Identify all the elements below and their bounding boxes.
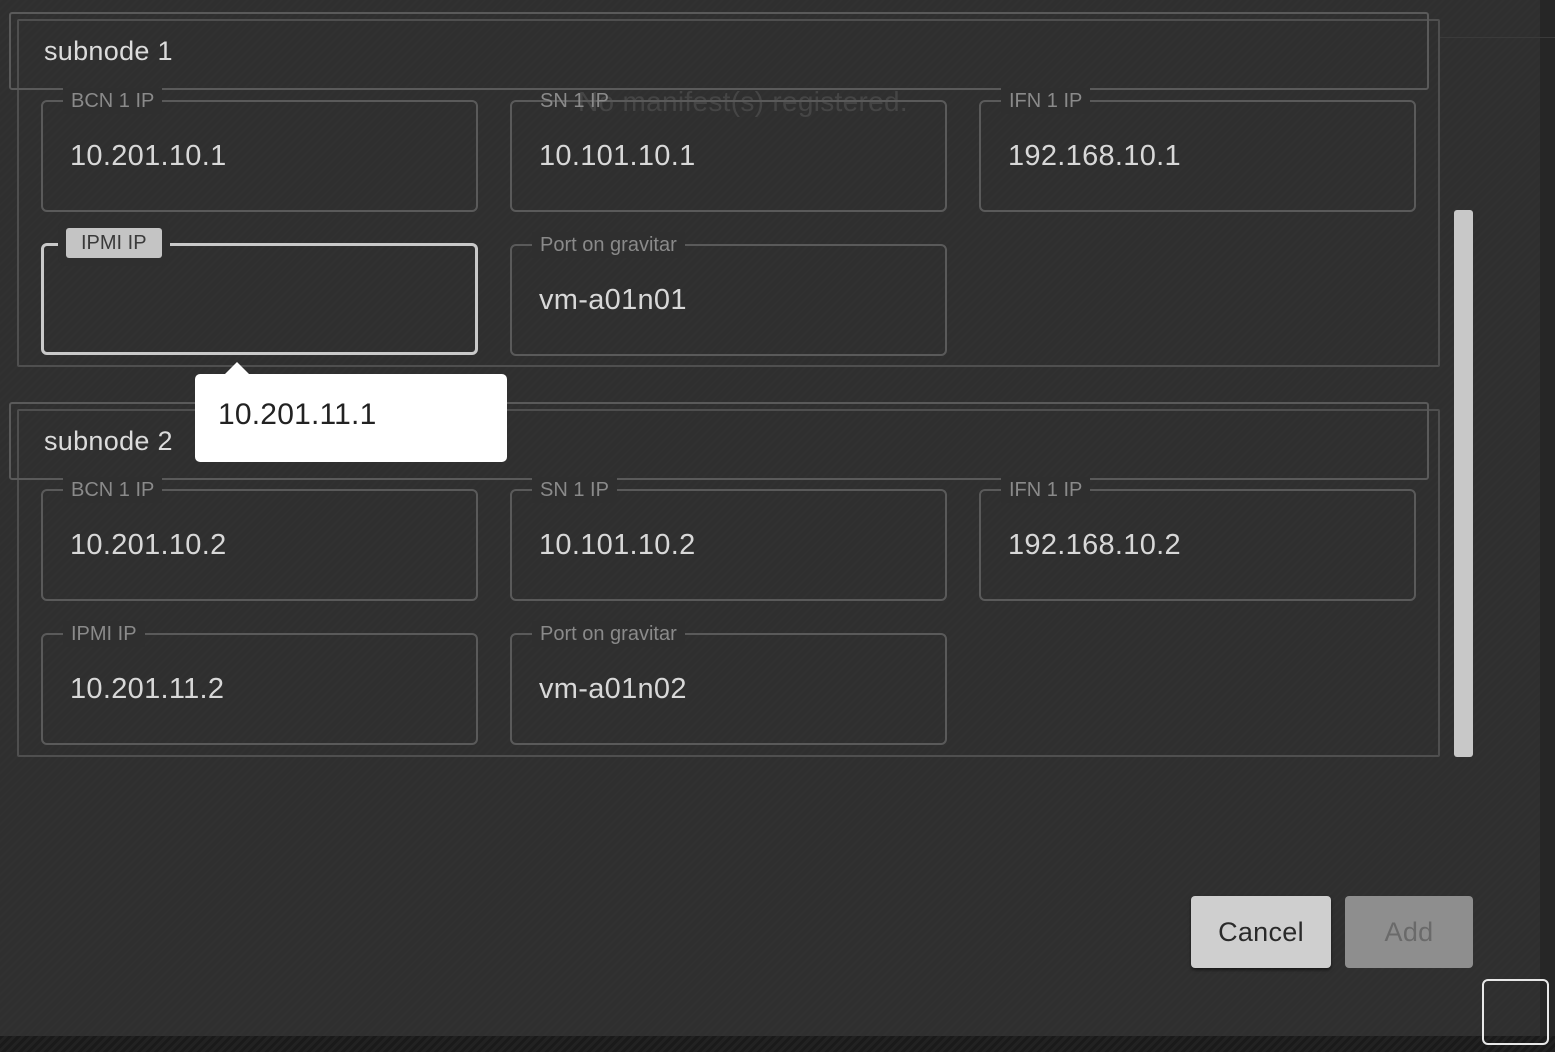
subnode-1-header bbox=[9, 12, 1429, 90]
field-label: Port on gravitar bbox=[532, 232, 685, 258]
subnode-1-bcn1-field[interactable]: BCN 1 IP 10.201.10.1 bbox=[41, 88, 478, 212]
field-label: IPMI IP bbox=[63, 621, 145, 647]
field-value: 10.201.10.1 bbox=[70, 140, 227, 172]
add-manifest-dialog: No manifest(s) registered. subnode 1 BCN… bbox=[0, 0, 1540, 1036]
field-value: vm-a01n01 bbox=[539, 284, 687, 316]
backdrop-edge bbox=[1540, 0, 1555, 1036]
subnode-2-bcn1-field[interactable]: BCN 1 IP 10.201.10.2 bbox=[41, 477, 478, 601]
field-value: 10.101.10.2 bbox=[539, 529, 696, 561]
subnode-2-ifn1-field[interactable]: IFN 1 IP 192.168.10.2 bbox=[979, 477, 1416, 601]
subnode-2-title: subnode 2 bbox=[44, 426, 173, 456]
corner-widget[interactable] bbox=[1482, 979, 1549, 1045]
subnode-1-sn1-field[interactable]: SN 1 IP 10.101.10.1 bbox=[510, 90, 947, 212]
field-value: 10.201.10.2 bbox=[70, 529, 227, 561]
field-label: IPMI IP bbox=[66, 228, 162, 258]
field-value: 192.168.10.2 bbox=[1008, 529, 1181, 561]
subnode-1-ifn1-field[interactable]: IFN 1 IP 192.168.10.1 bbox=[979, 88, 1416, 212]
background-strip bbox=[0, 1036, 1555, 1052]
divider bbox=[1440, 37, 1555, 38]
subnode-2-port-field[interactable]: Port on gravitar vm-a01n02 bbox=[510, 621, 947, 745]
field-label: BCN 1 IP bbox=[63, 477, 163, 503]
field-label: SN 1 IP bbox=[540, 90, 609, 112]
field-label: IFN 1 IP bbox=[1001, 88, 1091, 114]
field-value: 10.101.10.1 bbox=[539, 140, 696, 172]
cancel-button[interactable]: Cancel bbox=[1191, 896, 1331, 968]
field-label: SN 1 IP bbox=[532, 477, 617, 503]
subnode-2-sn1-field[interactable]: SN 1 IP 10.101.10.2 bbox=[510, 477, 947, 601]
subnode-1-title: subnode 1 bbox=[44, 36, 173, 66]
add-button[interactable]: Add bbox=[1345, 896, 1473, 968]
field-value: 10.201.11.2 bbox=[70, 673, 225, 705]
ipmi-tooltip: 10.201.11.1 bbox=[195, 362, 507, 462]
field-label: Port on gravitar bbox=[532, 621, 685, 647]
field-value: 192.168.10.1 bbox=[1008, 140, 1181, 172]
tooltip-text: 10.201.11.1 bbox=[218, 398, 377, 431]
field-label: IFN 1 IP bbox=[1001, 477, 1091, 503]
field-label: BCN 1 IP bbox=[63, 88, 163, 114]
scrollbar-thumb[interactable] bbox=[1454, 210, 1473, 757]
field-value: vm-a01n02 bbox=[539, 673, 687, 705]
subnode-1-ipmi-field[interactable]: IPMI IP bbox=[41, 228, 478, 355]
subnode-2-ipmi-field[interactable]: IPMI IP 10.201.11.2 bbox=[41, 621, 478, 745]
subnode-1-port-field[interactable]: Port on gravitar vm-a01n01 bbox=[510, 232, 947, 356]
